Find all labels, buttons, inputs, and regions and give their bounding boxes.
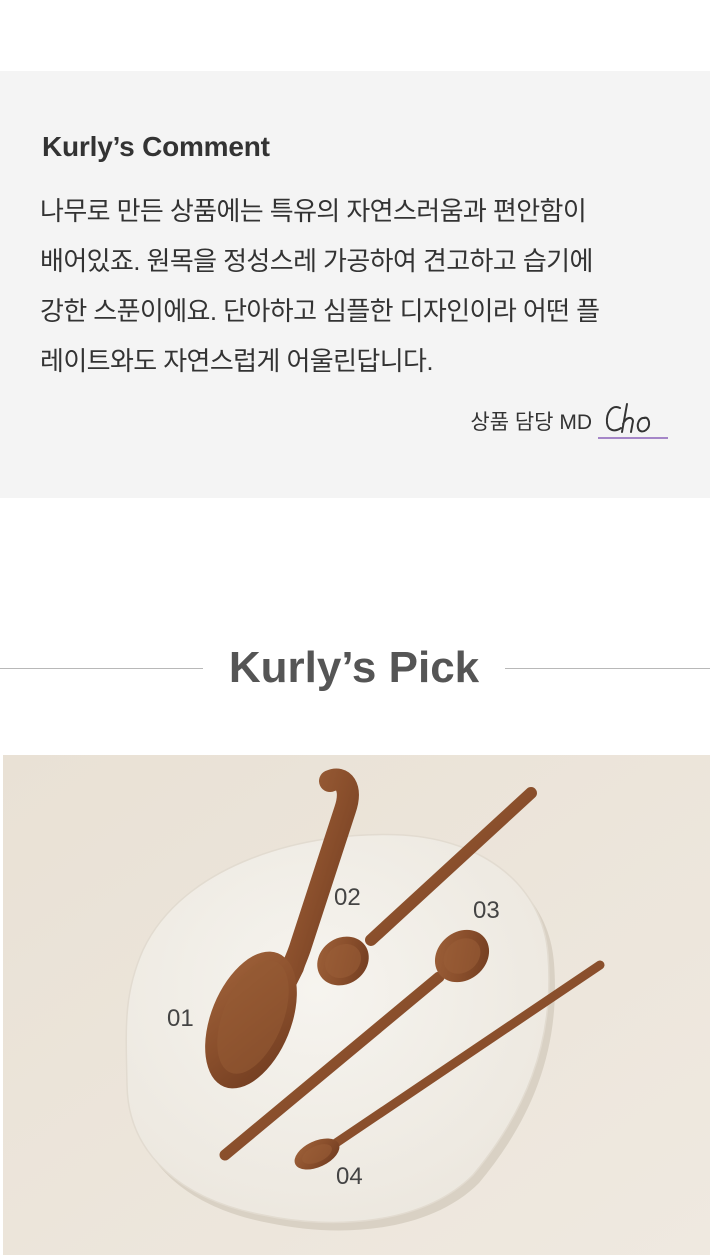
- md-label: 상품 담당 MD: [470, 411, 592, 434]
- spoon-label-03: 03: [473, 897, 500, 924]
- comment-line: 나무로 만든 상품에는 특유의 자연스러움과 편안함이: [40, 196, 587, 226]
- product-detail-page: Kurly’s Comment 나무로 만든 상품에는 특유의 자연스러움과 편…: [0, 0, 710, 1255]
- md-signature: 상품 담당 MD: [470, 399, 668, 439]
- kurly-comment-box: Kurly’s Comment 나무로 만든 상품에는 특유의 자연스러움과 편…: [0, 71, 710, 498]
- divider-right: [505, 668, 710, 669]
- comment-line: 강한 스푼이에요. 단아하고 심플한 디자인이라 어떤 플: [40, 296, 600, 326]
- comment-title: Kurly’s Comment: [42, 131, 270, 162]
- comment-body: 나무로 만든 상품에는 특유의 자연스러움과 편안함이 배어있죠. 원목을 정성…: [40, 186, 680, 386]
- divider-left: [0, 668, 203, 669]
- kurly-pick-heading: Kurly’s Pick: [0, 640, 710, 700]
- signature-cho-drawing: [605, 403, 651, 433]
- md-handwritten-signature: [598, 399, 668, 439]
- spoon-label-01: 01: [167, 1005, 194, 1032]
- spoon-label-04: 04: [336, 1163, 363, 1190]
- spoon-label-02: 02: [334, 884, 361, 911]
- comment-line: 레이트와도 자연스럽게 어울린답니다.: [40, 346, 434, 376]
- comment-line: 배어있죠. 원목을 정성스레 가공하여 견고하고 습기에: [40, 246, 593, 276]
- product-photo: 01 02 03 04: [3, 755, 710, 1255]
- pick-title: Kurly’s Pick: [228, 643, 480, 692]
- signature-underline: [598, 437, 668, 439]
